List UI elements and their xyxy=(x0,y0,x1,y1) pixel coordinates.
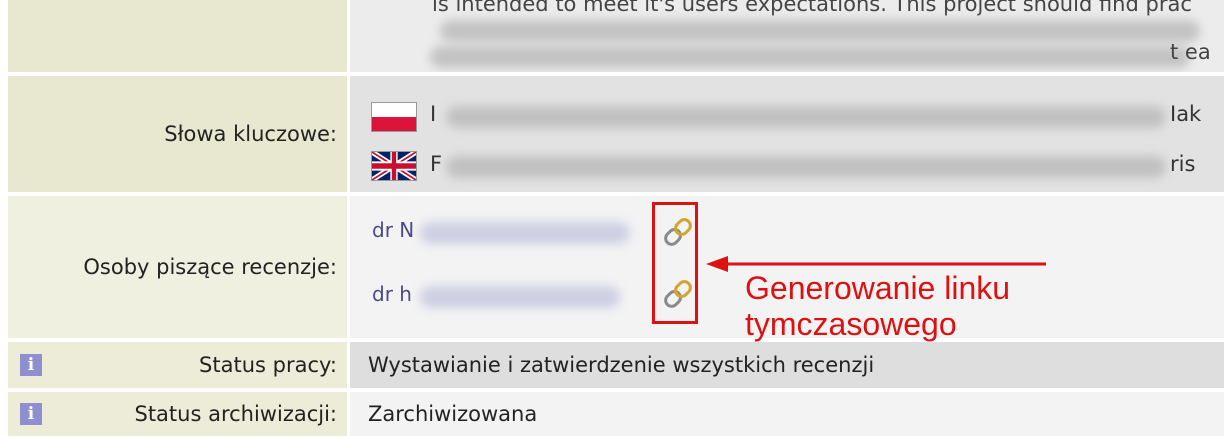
keywords-en-start: F xyxy=(430,152,443,176)
status-label: Status pracy: xyxy=(199,353,337,377)
keywords-pl-end: Iak xyxy=(1170,102,1202,126)
info-icon[interactable]: i xyxy=(20,403,42,425)
description-blurred-line xyxy=(440,20,1200,42)
annotation-line1: Generowanie linku xyxy=(745,270,1011,306)
archive-value: Zarchiwizowana xyxy=(350,392,1224,436)
reviewer-name-link[interactable]: dr h xyxy=(372,282,412,306)
keywords-row: Słowa kluczowe: I Iak F ris xyxy=(8,76,1224,194)
description-value: is intended to meet it's users expectati… xyxy=(350,0,1224,72)
annotation-line2: tymczasowego xyxy=(745,306,957,342)
description-text-line2-end: t ea xyxy=(1170,40,1211,64)
poland-flag-icon xyxy=(372,103,416,131)
archive-label-cell: i Status archiwizacji: xyxy=(8,392,350,436)
keywords-value: I Iak F ris xyxy=(350,76,1224,192)
annotation-text: Generowanie linku tymczasowego xyxy=(745,270,1010,342)
info-icon[interactable]: i xyxy=(20,354,42,376)
keywords-pl-start: I xyxy=(430,102,437,126)
link-icons-highlight-box xyxy=(652,202,698,324)
description-row: is intended to meet it's users expectati… xyxy=(8,0,1224,74)
reviewer-name-blurred xyxy=(420,286,620,308)
reviewer-name-link[interactable]: dr N xyxy=(372,218,414,242)
uk-flag-icon xyxy=(372,152,416,180)
status-label-cell: i Status pracy: xyxy=(8,342,350,388)
description-label-cell xyxy=(8,0,350,72)
reviewer-name-blurred xyxy=(420,222,630,244)
keywords-en-blurred xyxy=(446,156,1166,178)
status-row: i Status pracy: Wystawianie i zatwierdze… xyxy=(8,342,1224,390)
thesis-details-table: is intended to meet it's users expectati… xyxy=(0,0,1224,438)
reviewers-label: Osoby piszące recenzje: xyxy=(8,196,350,338)
archive-row: i Status archiwizacji: Zarchiwizowana xyxy=(8,392,1224,438)
description-text-line1: is intended to meet it's users expectati… xyxy=(432,0,1192,16)
keywords-pl-blurred xyxy=(446,106,1166,128)
keywords-label: Słowa kluczowe: xyxy=(8,76,350,192)
archive-label: Status archiwizacji: xyxy=(134,402,337,426)
keywords-en-end: ris xyxy=(1170,152,1196,176)
description-blurred-line xyxy=(430,46,1190,68)
status-value: Wystawianie i zatwierdzenie wszystkich r… xyxy=(350,342,1224,388)
